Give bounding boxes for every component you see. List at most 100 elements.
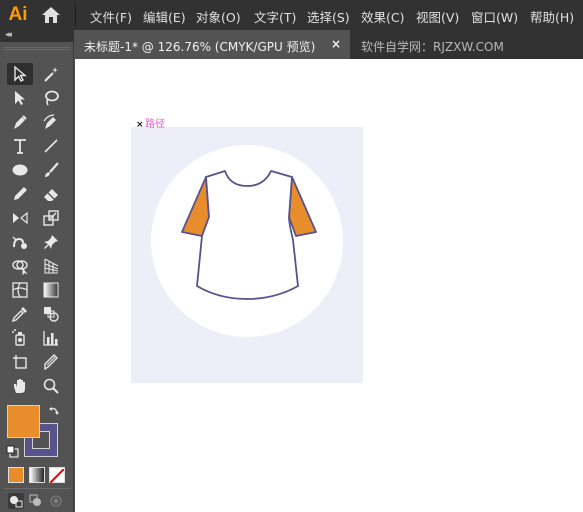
line-icon [44,139,58,153]
column-graph-tool[interactable] [38,327,64,349]
direct-selection-tool[interactable] [7,87,33,109]
slice-icon [44,354,58,371]
collapse-toolbar-button[interactable]: ◂◂ [5,30,12,40]
color-mode-button[interactable] [8,467,24,483]
rotate-tool[interactable] [7,207,33,229]
artboard-icon [13,355,27,369]
type-icon [14,139,26,154]
tab-title: 未标题-1* @ 126.76% (CMYK/GPU 预览) [84,40,316,54]
warp-tool[interactable] [7,231,33,253]
draw-normal-icon [8,493,24,509]
magic-wand-icon [44,67,58,82]
draw-inside-icon [50,495,62,507]
draw-normal-button[interactable] [8,493,24,509]
gradient-icon [43,282,59,298]
menu-window[interactable]: 窗口(W) [471,7,518,26]
eraser-icon [44,189,58,201]
menu-select[interactable]: 选择(S) [307,7,350,26]
gradient-mode-button[interactable] [29,467,45,483]
menu-help[interactable]: 帮助(H) [530,7,574,26]
zoom-tool[interactable] [38,375,64,397]
paintbrush-icon [45,162,59,177]
rotate-icon [13,211,28,225]
fill-color-swatch[interactable] [7,405,40,438]
curvature-icon [43,114,56,129]
blend-tool[interactable] [38,303,64,325]
symbol-sprayer-tool[interactable] [7,327,33,349]
tab-inactive-document[interactable]: 软件自学网：RJZXW.COM [361,38,504,55]
perspective-grid-tool[interactable] [38,255,64,277]
direct-selection-icon [15,91,25,105]
default-fill-stroke-button[interactable] [6,444,20,458]
tab-close-button[interactable]: × [331,37,341,51]
type-tool[interactable] [7,135,33,157]
ellipse-tool[interactable] [7,159,33,181]
paintbrush-tool[interactable] [38,159,64,181]
menu-file[interactable]: 文件(F) [90,7,132,26]
swap-fill-stroke-button[interactable] [47,404,61,418]
app-logo: Ai [8,4,28,25]
artboard-tool[interactable] [7,351,33,373]
eraser-tool[interactable] [38,183,64,205]
tab-active-document[interactable]: 未标题-1* @ 126.76% (CMYK/GPU 预览) × [74,30,350,59]
puppet-warp-tool[interactable] [38,231,64,253]
mesh-tool[interactable] [7,279,33,301]
default-colors-icon [6,445,19,458]
none-mode-button[interactable] [49,467,65,484]
lasso-icon [45,90,59,106]
none-slash-icon [49,468,65,484]
pencil-tool[interactable] [7,183,33,205]
eyedropper-tool[interactable] [7,303,33,325]
tshirt-body [196,170,299,300]
home-button[interactable] [40,5,62,25]
blend-icon [44,307,59,322]
canvas-area[interactable]: × 路径 [75,59,583,512]
scale-icon [43,210,59,226]
menu-bar: Ai 文件(F) 编辑(E) 对象(O) 文字(T) 选择(S) 效果(C) 视… [0,0,583,30]
tshirt-artwork[interactable] [151,145,343,337]
menu-object[interactable]: 对象(O) [196,7,241,26]
document-tab-bar: 未标题-1* @ 126.76% (CMYK/GPU 预览) × 软件自学网：R… [74,30,583,59]
draw-behind-icon [29,494,41,506]
menu-view[interactable]: 视图(V) [416,7,459,26]
home-icon [42,7,60,23]
shape-builder-tool[interactable] [7,255,33,277]
hand-icon [14,379,25,393]
menu-edit[interactable]: 编辑(E) [143,7,186,26]
mesh-icon [12,282,28,298]
gradient-tool[interactable] [38,279,64,301]
smart-guide-path-label: 路径 [145,119,165,130]
anchor-point-marker: × [136,120,144,130]
menu-divider [75,4,76,26]
pin-icon [44,235,58,249]
tools-panel [0,42,74,512]
draw-behind-button[interactable] [28,493,44,509]
toolbar-divider [4,488,70,489]
symbol-sprayer-icon [12,329,25,346]
toolbar-header: ◂◂ [0,30,74,42]
curvature-tool[interactable] [38,111,64,133]
zoom-icon [43,378,59,394]
lasso-tool[interactable] [38,87,64,109]
selection-tool[interactable] [7,63,33,85]
pen-tool[interactable] [7,111,33,133]
line-segment-tool[interactable] [38,135,64,157]
menu-type[interactable]: 文字(T) [254,7,296,26]
perspective-grid-icon [44,258,59,274]
shape-builder-icon [12,260,28,276]
draw-inside-button[interactable] [48,493,64,509]
pen-icon [14,115,27,129]
warp-icon [12,236,27,249]
pencil-icon [14,187,27,200]
column-graph-icon [43,331,58,346]
eyedropper-icon [11,307,27,323]
ellipse-icon [12,164,28,176]
hand-tool[interactable] [7,375,33,397]
selection-tool-icon [14,65,27,82]
swap-arrows-icon [49,407,59,415]
slice-tool[interactable] [38,351,64,373]
menu-effect[interactable]: 效果(C) [361,7,404,26]
scale-tool[interactable] [38,207,64,229]
magic-wand-tool[interactable] [38,63,64,85]
toolbar-grip[interactable] [4,47,70,50]
